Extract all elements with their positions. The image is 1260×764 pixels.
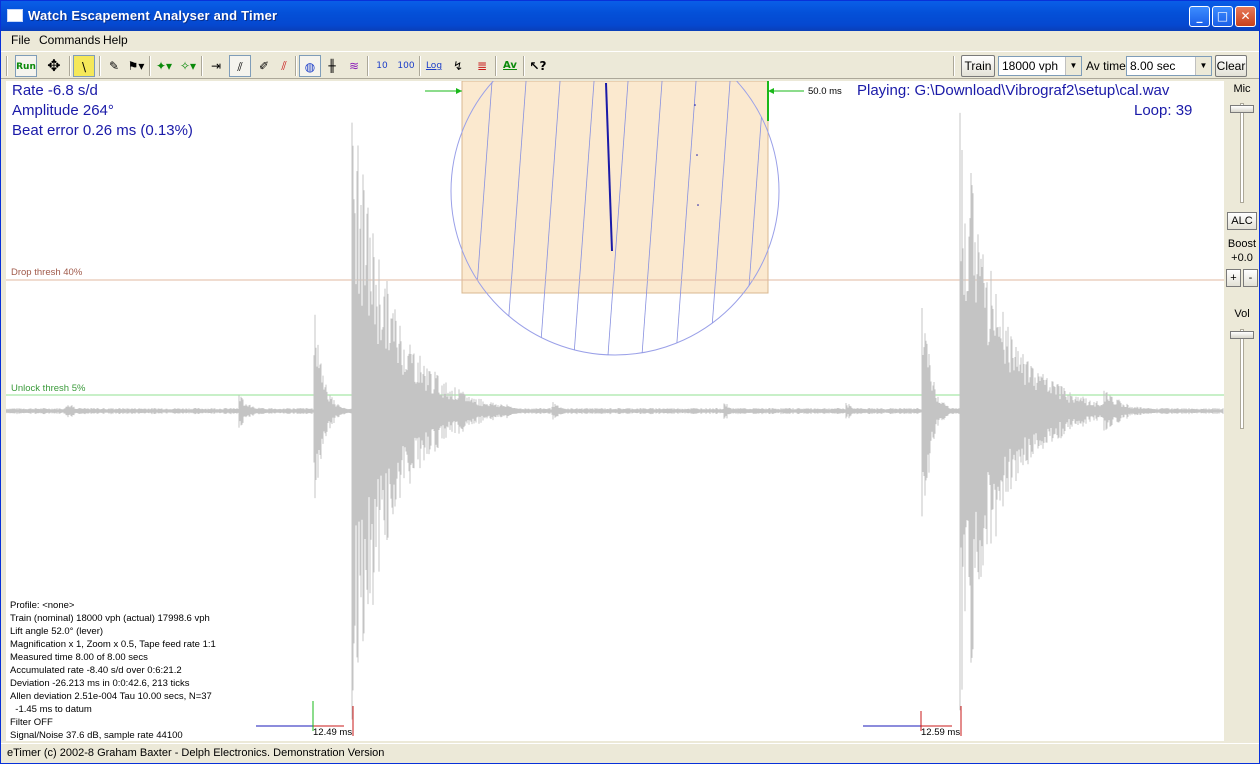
trace-dot — [696, 154, 698, 156]
window-title: Watch Escapement Analyser and Timer — [28, 8, 278, 23]
level-panel: Mic ALC Boost +0.0 + - Vol — [1225, 81, 1259, 741]
scale-10-button[interactable]: 10 — [371, 55, 393, 77]
toolbar: Run ✥ \ ✎ ⚑▾ ✦▾ ✧▾ ⇥ ⫽ ✐ ⫽ ◍ ╫ ≋ 10 100 … — [1, 51, 1259, 79]
chevron-down-icon[interactable]: ▼ — [1065, 57, 1081, 75]
info-line: -1.45 ms to datum — [10, 704, 92, 715]
vol-label: Vol — [1234, 308, 1250, 320]
playing-file-readout: Playing: G:\Download\Vibrograf2\setup\ca… — [857, 82, 1170, 99]
circle-mode-icon[interactable]: ◍ — [299, 55, 321, 77]
info-line: Deviation -26.213 ms in 0:0:42.6, 213 ti… — [10, 678, 190, 689]
menu-file[interactable]: File — [11, 33, 30, 47]
info-panel: Profile: <none> Train (nominal) 18000 vp… — [10, 599, 216, 741]
scale-100-button[interactable]: 100 — [395, 55, 417, 77]
amplitude-readout: Amplitude 264° — [12, 102, 114, 119]
toolbar-separator — [367, 56, 369, 76]
waveform-icon[interactable]: ╫ — [321, 55, 343, 77]
toolbar-separator — [149, 56, 151, 76]
graph-icon[interactable]: ≣ — [471, 55, 493, 77]
tick-time-left: 12.49 ms — [313, 727, 353, 738]
boost-plus-button[interactable]: + — [1226, 269, 1241, 287]
drop-threshold-label: Drop thresh 40% — [11, 267, 83, 278]
toolbar-separator — [99, 56, 101, 76]
av-time-select[interactable]: 8.00 sec ▼ — [1126, 56, 1212, 76]
chevron-down-icon[interactable]: ▼ — [1195, 57, 1211, 75]
profile-dropdown-icon[interactable]: ⚑▾ — [125, 55, 147, 77]
info-line: Profile: <none> — [10, 600, 75, 611]
info-line: Train (nominal) 18000 vph (actual) 17998… — [10, 613, 210, 624]
pen-icon[interactable]: ✐ — [253, 55, 275, 77]
app-icon — [7, 9, 23, 22]
boost-value: +0.0 — [1231, 252, 1253, 264]
toolbar-grip — [6, 56, 8, 76]
paper-grid-line — [846, 81, 870, 355]
info-line: Filter OFF — [10, 717, 53, 728]
toolbar-separator — [419, 56, 421, 76]
run-button[interactable]: Run — [15, 55, 37, 77]
train-rate-value: 18000 vph — [1002, 59, 1059, 73]
paper-grid-line — [812, 81, 836, 355]
unlock-threshold-label: Unlock thresh 5% — [11, 383, 86, 394]
menu-help[interactable]: Help — [103, 33, 128, 47]
paper-grid-line — [451, 81, 463, 355]
mic-label: Mic — [1233, 83, 1251, 95]
mic-slider-track[interactable] — [1240, 103, 1244, 203]
arrow-head-icon — [456, 88, 462, 94]
move-icon[interactable]: ✥ — [43, 55, 65, 77]
toolbar-separator — [201, 56, 203, 76]
paper-grid-line — [777, 81, 779, 355]
collapse-icon[interactable]: ⇥ — [205, 55, 227, 77]
beat-error-readout: Beat error 0.26 ms (0.13%) — [12, 122, 193, 139]
info-line: Magnification x 1, Zoom x 0.5, Tape feed… — [10, 639, 216, 650]
train-rate-select[interactable]: 18000 vph ▼ — [998, 56, 1082, 76]
toolbar-separator — [69, 56, 71, 76]
minimize-button[interactable]: _ — [1189, 6, 1210, 27]
trace-dot — [694, 104, 696, 106]
record-dropdown-icon[interactable]: ✦▾ — [153, 55, 175, 77]
toolbar-separator — [495, 56, 497, 76]
slope-icon[interactable]: ⫽ — [273, 55, 295, 77]
close-button[interactable]: ✕ — [1235, 6, 1256, 27]
log-button[interactable]: Log — [423, 55, 445, 77]
info-line: Measured time 8.00 of 8.00 secs — [10, 652, 148, 663]
tape-mode-icon[interactable]: ⫽ — [229, 55, 251, 77]
toolbar-separator — [295, 56, 297, 76]
info-line: Lift angle 52.0° (lever) — [10, 626, 104, 637]
toolbar-grip — [953, 56, 955, 76]
vol-slider-thumb[interactable] — [1230, 331, 1254, 339]
clear-button[interactable]: Clear — [1215, 55, 1247, 77]
info-line: Allen deviation 2.51e-004 Tau 10.00 secs… — [10, 691, 212, 702]
playback-dropdown-icon[interactable]: ✧▾ — [177, 55, 199, 77]
info-line: Signal/Noise 37.6 dB, sample rate 44100 — [10, 730, 183, 741]
av-time-label: Av time — [1086, 59, 1126, 73]
av-time-value: 8.00 sec — [1130, 59, 1176, 73]
scope-display[interactable]: Rate -6.8 s/d Amplitude 264° Beat error … — [6, 81, 1224, 741]
context-help-icon[interactable]: ↖? — [527, 55, 549, 77]
loop-readout: Loop: 39 — [1134, 102, 1193, 119]
status-bar: eTimer (c) 2002-8 Graham Baxter - Delph … — [1, 743, 1259, 763]
log-chart-icon[interactable]: ↯ — [447, 55, 469, 77]
mic-slider-thumb[interactable] — [1230, 105, 1254, 113]
title-bar[interactable]: Watch Escapement Analyser and Timer _ □ … — [1, 1, 1259, 31]
tick-time-right: 12.59 ms — [921, 727, 961, 738]
wrench-icon[interactable]: ✎ — [103, 55, 125, 77]
average-button[interactable]: Av — [499, 55, 521, 77]
maximize-button[interactable]: □ — [1212, 6, 1233, 27]
rate-readout: Rate -6.8 s/d — [12, 82, 98, 99]
boost-label: Boost — [1227, 238, 1257, 250]
spectrum-icon[interactable]: ≋ — [343, 55, 365, 77]
vol-slider-track[interactable] — [1240, 329, 1244, 429]
info-line: Accumulated rate -8.40 s/d over 0:6:21.2 — [10, 665, 182, 676]
boost-minus-button[interactable]: - — [1243, 269, 1258, 287]
beat-mode-button[interactable]: \ — [73, 55, 95, 77]
train-button[interactable]: Train — [961, 55, 995, 77]
app-window: Watch Escapement Analyser and Timer _ □ … — [0, 0, 1260, 764]
menu-bar: File Commands Help — [1, 31, 1259, 50]
alc-button[interactable]: ALC — [1227, 212, 1257, 230]
menu-commands[interactable]: Commands — [39, 33, 100, 47]
trace-dot — [697, 204, 699, 206]
toolbar-separator — [523, 56, 525, 76]
scale-label: 50.0 ms — [808, 86, 842, 97]
